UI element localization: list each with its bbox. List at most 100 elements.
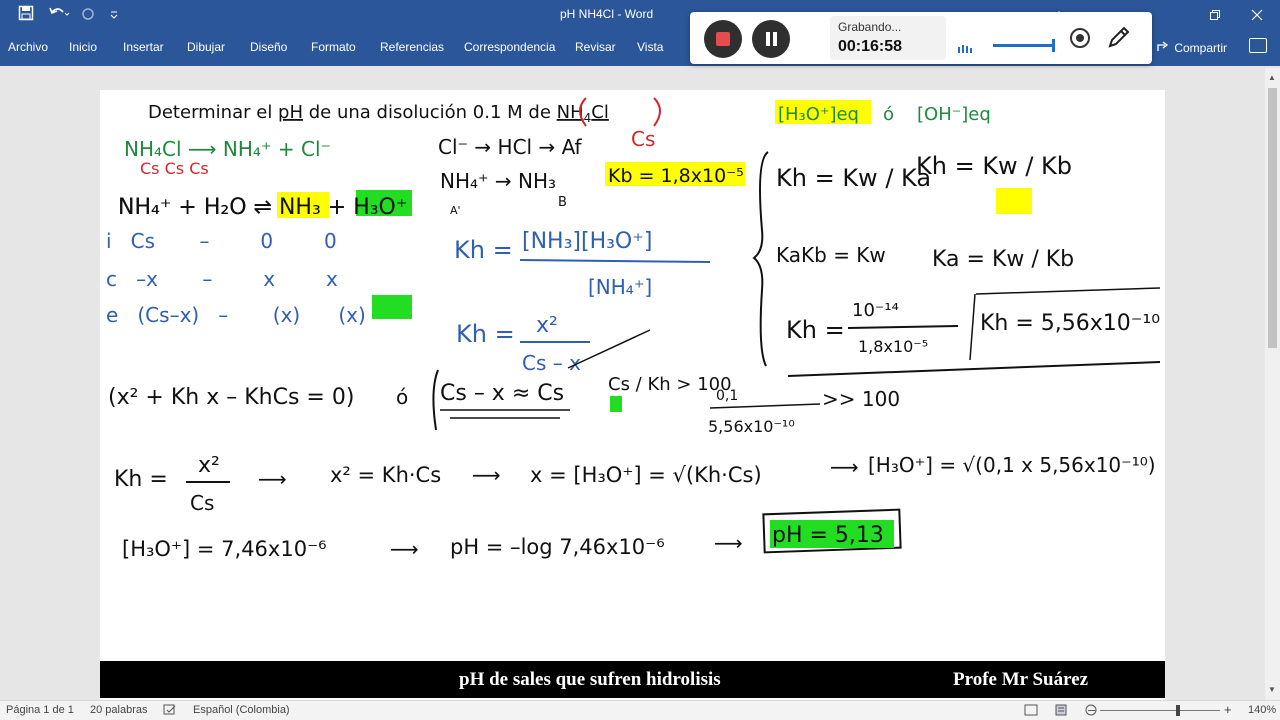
h3o-value: [H₃O⁺] = 7,46x10⁻⁶ (122, 537, 327, 561)
screen-recorder-panel: Grabando... 00:16:58 (690, 12, 1152, 64)
kh-simpl-label: Kh = (114, 467, 168, 492)
page-count[interactable]: Página 1 de 1 (6, 704, 74, 716)
ratio-numerator: 0,1 (716, 388, 738, 404)
ice-row-initial: i Cs – 0 0 (106, 229, 337, 253)
zoom-slider[interactable] (1100, 710, 1220, 711)
ice-row-equilibrium: e (Cs–x) – (x) (x) (106, 303, 366, 327)
o-mark: ó (883, 104, 894, 125)
zoom-slider-handle[interactable] (1176, 705, 1180, 716)
x2-eq: x² = Kh·Cs (330, 463, 441, 487)
proofing-icon[interactable] (163, 704, 177, 719)
kh-x2-denominator: Cs – x (522, 351, 581, 375)
volume-slider[interactable] (993, 44, 1055, 47)
kh-x2-label: Kh = (456, 320, 515, 348)
restore-button[interactable] (1192, 0, 1238, 32)
x-highlight (372, 295, 412, 319)
arrow-3: ⟶ (830, 455, 859, 479)
nh3-label: B (558, 195, 567, 210)
customize-toolbar-icon[interactable] (104, 5, 124, 27)
share-label: Compartir (1174, 41, 1228, 55)
tab-formato[interactable]: Formato (311, 40, 356, 54)
print-layout-icon[interactable] (1054, 704, 1068, 719)
dissociation-eq: NH₄Cl ⟶ NH₄⁺ + Cl⁻ (124, 137, 331, 161)
kh-def-1: Kh = Kw / Ka (776, 164, 931, 192)
kh-calc-bar (847, 325, 959, 329)
recording-status: Grabando... (838, 20, 902, 34)
kh-expr-numerator: [NH₃][H₃O⁺] (522, 229, 652, 254)
nh4-nh3-line: NH₄⁺ → NH₃ (440, 169, 556, 193)
focus-mode-icon[interactable] (1024, 704, 1038, 719)
tab-archivo[interactable]: Archivo (8, 40, 48, 54)
footer-author: Profe Mr Suárez (953, 669, 1089, 690)
vertical-scrollbar[interactable]: ▲ ▼ (1265, 68, 1280, 700)
ratio-denominator: 5,56x10⁻¹⁰ (708, 417, 795, 436)
tab-inicio[interactable]: Inicio (69, 40, 97, 54)
tab-vista[interactable]: Vista (637, 40, 663, 54)
o-mark-2: ó (396, 385, 408, 409)
kh-result: Kh = 5,56x10⁻¹⁰ (980, 311, 1160, 336)
arrow-4: ⟶ (390, 537, 419, 561)
scroll-up-icon[interactable]: ▲ (1268, 73, 1276, 82)
zoom-out-button[interactable]: – (1088, 702, 1095, 717)
scrollbar-thumb[interactable] (1268, 88, 1277, 348)
kh-ratio-highlight (610, 396, 622, 412)
redo-icon[interactable] (78, 5, 98, 27)
ratio-result: >> 100 (822, 387, 900, 411)
volume-slider-handle[interactable] (1052, 39, 1055, 52)
undo-icon[interactable] (44, 5, 74, 27)
kh-calc-numerator: 10⁻¹⁴ (852, 300, 899, 321)
recording-timer: 00:16:58 (838, 38, 903, 55)
stop-record-button[interactable] (704, 20, 742, 58)
cs-row: Cs Cs Cs (140, 159, 209, 178)
word-count[interactable]: 20 palabras (90, 704, 148, 716)
kh-expr-label: Kh = (454, 236, 513, 264)
footer-topic: pH de sales que sufren hidrolisis (459, 669, 721, 690)
status-bar: Página 1 de 1 20 palabras Español (Colom… (0, 700, 1280, 720)
ice-row-change: c –x – x x (106, 267, 338, 291)
red-paren-right (653, 97, 661, 127)
webcam-icon[interactable] (1070, 28, 1090, 48)
arrow-5: ⟶ (714, 531, 743, 555)
cs-label: Cs (631, 127, 655, 151)
kh-simpl-denominator: Cs (190, 491, 214, 515)
pause-record-button[interactable] (752, 20, 790, 58)
tab-correspondencia[interactable]: Correspondencia (464, 40, 555, 54)
tab-revisar[interactable]: Revisar (575, 40, 616, 54)
nh4-label: A' (450, 204, 461, 217)
kh-calc-label: Kh = (786, 316, 845, 344)
strike-mark (567, 329, 651, 369)
window-title: pH NH4Cl - Word (560, 7, 654, 21)
ratio-bar (709, 403, 821, 409)
scroll-down-icon[interactable]: ▼ (1268, 685, 1276, 694)
document-footer: pH de sales que sufren hidrolisis Profe … (100, 661, 1165, 698)
x-eq: x = [H₃O⁺] = √(Kh·Cs) (530, 463, 762, 487)
document-canvas: Determinar el pH de una disolución 0.1 M… (106, 97, 1161, 561)
tab-referencias[interactable]: Referencias (380, 40, 444, 54)
oh-eq: [OH⁻]eq (917, 104, 991, 125)
share-button[interactable]: Compartir (1157, 40, 1227, 55)
ka-kw-kb: Ka = Kw / Kb (932, 247, 1074, 272)
language[interactable]: Español (Colombia) (193, 704, 290, 716)
tab-dibujar[interactable]: Dibujar (187, 40, 225, 54)
ratio-condition: Cs / Kh > 100 (608, 374, 732, 395)
separator-line (787, 361, 1161, 377)
document-page[interactable]: Determinar el pH de una disolución 0.1 M… (100, 90, 1165, 700)
tab-diseno[interactable]: Diseño (250, 40, 287, 54)
kh-calc-denominator: 1,8x10⁻⁵ (858, 337, 928, 356)
arrow-1: ⟶ (258, 467, 287, 491)
zoom-in-button[interactable]: + (1224, 702, 1232, 717)
zoom-level[interactable]: 140% (1248, 704, 1276, 716)
kh-simpl-numerator: x² (198, 453, 220, 478)
kb-value: Kb = 1,8x10⁻⁵ (608, 165, 744, 187)
save-icon[interactable] (14, 5, 38, 27)
quadratic-eq: (x² + Kh x – KhCs = 0) (108, 385, 354, 410)
tab-insertar[interactable]: Insertar (123, 40, 164, 54)
ph-result: pH = 5,13 (772, 523, 884, 548)
pen-tool-icon[interactable] (1106, 24, 1132, 55)
share-icon (1157, 40, 1171, 55)
close-button[interactable] (1234, 0, 1280, 32)
comment-icon[interactable] (1249, 38, 1267, 53)
audio-level-icon (958, 40, 974, 53)
heading-line: Determinar el pH de una disolución 0.1 M… (148, 102, 609, 125)
approx-brace (432, 369, 439, 431)
